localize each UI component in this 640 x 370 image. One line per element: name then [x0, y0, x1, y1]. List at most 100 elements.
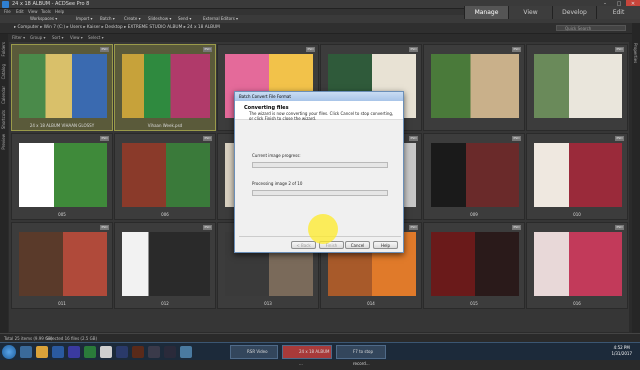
tab-develop[interactable]: Develop	[552, 6, 596, 19]
thumbnail-image	[122, 143, 210, 207]
thumbnail-item[interactable]: PSD	[423, 44, 525, 131]
left-side-tabs: Folders Catalog Calendar Shortcuts Previ…	[0, 34, 8, 334]
premiere-icon[interactable]	[164, 346, 176, 358]
quick-search-input[interactable]: Quick Search	[556, 25, 626, 31]
current-progress-bar	[252, 162, 388, 168]
filter-bar: Filter ▾ Group ▾ Sort ▾ View ▾ Select ▾	[8, 34, 632, 41]
dialog-title: Batch Convert File Format	[235, 92, 403, 101]
clock-date: 1/31/2017	[611, 351, 632, 356]
word-icon[interactable]	[68, 346, 80, 358]
slideshow-button[interactable]: Slideshow ▾	[148, 16, 171, 22]
thumbnail-image	[431, 54, 519, 118]
tab-shortcuts[interactable]: Shortcuts	[1, 110, 6, 129]
thumbnail-item[interactable]: PSD 015	[423, 222, 525, 309]
thumbnail-item[interactable]: PSD 006	[114, 133, 216, 220]
tab-view[interactable]: View	[508, 6, 552, 19]
thumbnail-item[interactable]: PSD	[526, 44, 628, 131]
tab-calendar[interactable]: Calendar	[1, 86, 6, 104]
thumbnail-item[interactable]: PSD 012	[114, 222, 216, 309]
thumbnail-caption: 012	[161, 301, 169, 306]
taskbar-clock[interactable]: 4:52 PM 1/31/2017	[611, 345, 632, 357]
select-button[interactable]: Select ▾	[88, 34, 104, 41]
thumbnail-image	[534, 143, 622, 207]
psd-badge: PSD	[615, 47, 624, 52]
thumbnail-caption: Vihaan Week.psd	[147, 123, 183, 128]
taskbar-app-acdsee[interactable]: 24 x 18 ALBUM ...	[282, 345, 332, 366]
send-button[interactable]: Send ▾	[178, 16, 191, 22]
thumbnail-item[interactable]: PSD Vihaan Week.psd	[114, 44, 216, 131]
external-editors-button[interactable]: External Editors ▾	[203, 16, 238, 22]
cancel-button[interactable]: Cancel	[345, 241, 370, 249]
psd-badge: PSD	[512, 225, 521, 230]
psd-badge: PSD	[203, 47, 212, 52]
thumbnail-caption: 009	[470, 212, 478, 217]
psd-badge: PSD	[100, 136, 109, 141]
psd-badge: PSD	[512, 47, 521, 52]
media-player-icon[interactable]	[52, 346, 64, 358]
excel-icon[interactable]	[84, 346, 96, 358]
view-button[interactable]: View ▾	[70, 34, 83, 41]
psd-badge: PSD	[512, 136, 521, 141]
folder-icon[interactable]	[36, 346, 48, 358]
app-icon[interactable]	[180, 346, 192, 358]
illustrator-icon[interactable]	[132, 346, 144, 358]
help-button[interactable]: Help	[373, 241, 398, 249]
sort-button[interactable]: Sort ▾	[52, 34, 63, 41]
taskbar-app-rsr-video[interactable]: RSR Video	[230, 345, 278, 359]
window-title: 24 x 18 ALBUM - ACDSee Pro 8	[12, 1, 90, 7]
psd-badge: PSD	[203, 225, 212, 230]
thumbnail-caption: 014	[367, 301, 375, 306]
app-logo-icon	[2, 1, 9, 8]
workspaces-button[interactable]: Workspaces ▾	[30, 16, 57, 22]
mouse-cursor-highlight	[308, 214, 338, 244]
psd-badge: PSD	[100, 225, 109, 230]
psd-badge: PSD	[100, 47, 109, 52]
thumbnail-caption: 013	[264, 301, 272, 306]
psd-badge: PSD	[409, 136, 418, 141]
batch-button[interactable]: Batch ▾	[100, 16, 115, 22]
taskbar-app-recorder[interactable]: F7 to stop record...	[336, 345, 386, 366]
status-selected: Selected 16 files (2.5 GB)	[46, 336, 98, 341]
psd-badge: PSD	[409, 225, 418, 230]
create-button[interactable]: Create ▾	[124, 16, 141, 22]
thumbnail-item[interactable]: PSD 24 x 18 ALBUM VIHAAN GLOSSY	[11, 44, 113, 131]
photoshop-icon[interactable]	[116, 346, 128, 358]
thumbnail-image	[19, 143, 107, 207]
psd-badge: PSD	[306, 47, 315, 52]
dialog-subtext: The wizard is now converting your files.…	[249, 111, 394, 121]
tab-preview[interactable]: Preview	[1, 134, 6, 150]
thumbnail-item[interactable]: PSD 005	[11, 133, 113, 220]
tab-catalog[interactable]: Catalog	[1, 64, 6, 79]
explorer-icon[interactable]	[20, 346, 32, 358]
tab-properties[interactable]: Properties	[633, 43, 638, 63]
back-button[interactable]: < Back	[291, 241, 316, 249]
psd-badge: PSD	[615, 225, 624, 230]
acdsee-window: 24 x 18 ALBUM - ACDSee Pro 8 – □ ✕ File …	[0, 0, 640, 366]
thumbnail-caption: 010	[573, 212, 581, 217]
tab-manage[interactable]: Manage	[464, 6, 508, 19]
thumbnail-image	[534, 54, 622, 118]
right-side-tabs: Properties	[632, 23, 640, 333]
current-progress-label: Current image progress:	[252, 153, 301, 158]
mode-tabs: Manage View Develop Edit	[464, 6, 640, 19]
thumbnail-image	[122, 54, 210, 118]
thumbnail-item[interactable]: PSD 016	[526, 222, 628, 309]
status-bar: Total 25 items (9.99 GB) Selected 16 fil…	[0, 333, 640, 342]
filter-button[interactable]: Filter ▾	[12, 34, 25, 41]
thumbnail-item[interactable]: PSD 009	[423, 133, 525, 220]
indesign-icon[interactable]	[148, 346, 160, 358]
tab-edit[interactable]: Edit	[596, 6, 640, 19]
thumbnail-caption: 015	[470, 301, 478, 306]
group-button[interactable]: Group ▾	[30, 34, 45, 41]
tab-folders[interactable]: Folders	[1, 42, 6, 56]
import-button[interactable]: Import ▾	[76, 16, 93, 22]
breadcrumb[interactable]: ▸ Computer ▸ Win 7 (C:) ▸ Users ▸ Kaiser…	[14, 25, 220, 30]
thumbnail-item[interactable]: PSD 011	[11, 222, 113, 309]
thumbnail-item[interactable]: PSD 010	[526, 133, 628, 220]
thumbnail-image	[431, 232, 519, 296]
psd-badge: PSD	[409, 47, 418, 52]
start-button-icon[interactable]	[2, 345, 16, 359]
thumbnail-image	[122, 232, 210, 296]
chrome-icon[interactable]	[100, 346, 112, 358]
thumbnail-image	[431, 143, 519, 207]
